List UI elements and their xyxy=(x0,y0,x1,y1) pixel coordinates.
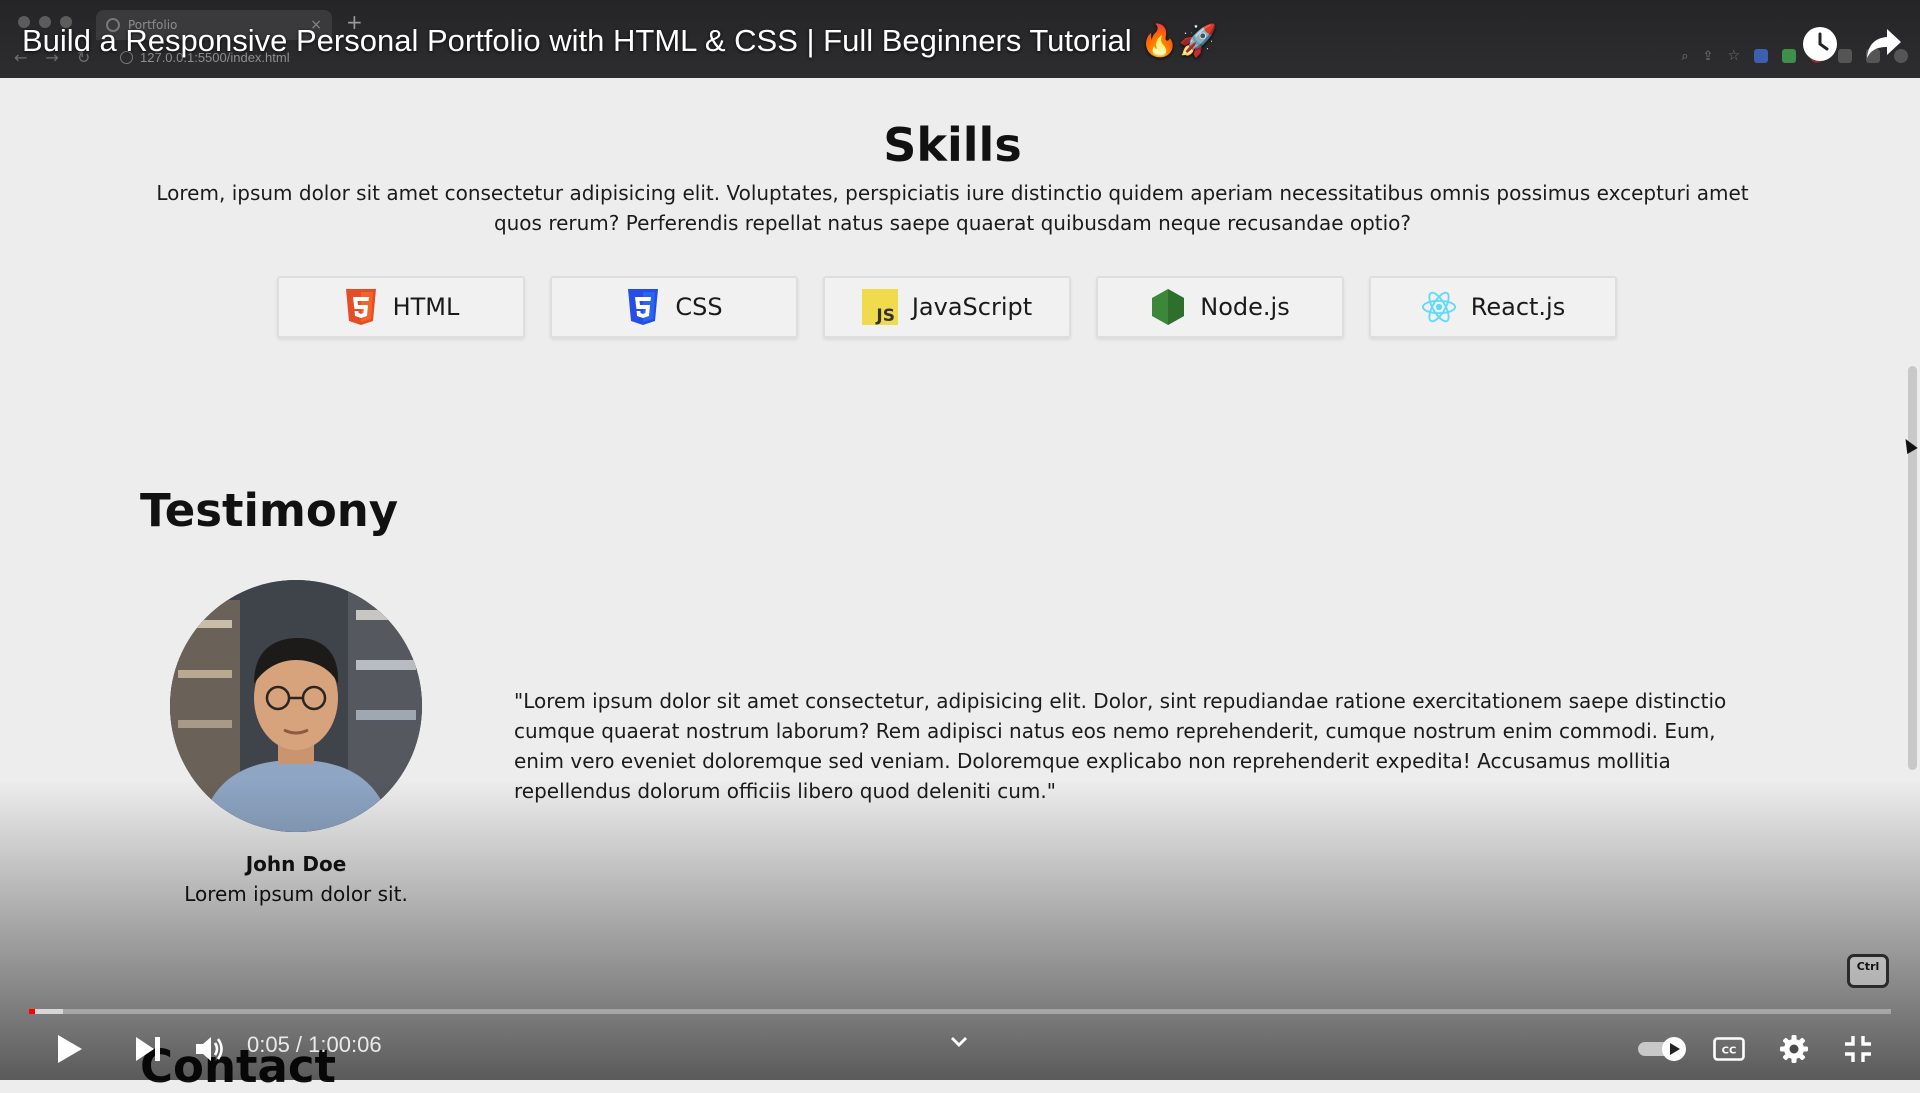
time-display: 0:05 / 1:00:06 xyxy=(247,1032,382,1057)
javascript-icon: JS xyxy=(861,288,898,326)
autoplay-toggle-icon xyxy=(1638,1037,1686,1061)
share-page-icon[interactable]: ⇪ xyxy=(1703,49,1714,64)
skill-card-react[interactable]: React.js xyxy=(1369,276,1617,338)
share-button[interactable] xyxy=(1864,24,1904,64)
video-progress-bar[interactable] xyxy=(29,1009,1891,1014)
skill-label: JavaScript xyxy=(911,293,1033,321)
green-extension-icon[interactable] xyxy=(1782,49,1796,63)
skill-label: HTML xyxy=(392,293,460,321)
play-button[interactable] xyxy=(50,1024,90,1074)
volume-icon xyxy=(196,1037,223,1061)
clock-icon xyxy=(1803,27,1837,61)
zoom-icon[interactable]: ⌕ xyxy=(1681,49,1688,64)
testimony-role: Lorem ipsum dolor sit. xyxy=(184,882,408,906)
nodejs-icon xyxy=(1150,288,1186,326)
mute-button[interactable] xyxy=(190,1024,230,1074)
person-photo xyxy=(170,580,422,832)
svg-text:JS: JS xyxy=(875,306,895,325)
skill-label: Node.js xyxy=(1200,293,1290,321)
skill-card-javascript[interactable]: JS JavaScript xyxy=(823,276,1071,338)
skip-next-icon xyxy=(136,1037,160,1061)
captions-button[interactable]: CC xyxy=(1709,1024,1749,1074)
watch-later-button[interactable] xyxy=(1800,24,1840,64)
skill-card-html[interactable]: HTML xyxy=(277,276,525,338)
page-scrollbar-thumb[interactable] xyxy=(1908,366,1917,770)
share-arrow-icon xyxy=(1867,29,1901,58)
play-icon xyxy=(58,1035,82,1063)
shield-extension-icon[interactable] xyxy=(1754,49,1768,63)
bookmark-star-icon[interactable]: ☆ xyxy=(1727,48,1740,64)
progress-played xyxy=(29,1009,35,1014)
avatar xyxy=(170,580,422,832)
autoplay-toggle[interactable] xyxy=(1636,1024,1690,1074)
cc-icon: CC xyxy=(1713,1037,1745,1061)
skill-label: CSS xyxy=(675,293,723,321)
ctrl-key-label: Ctrl xyxy=(1856,960,1880,973)
testimony-name: John Doe xyxy=(245,852,347,876)
testimony-heading: Testimony xyxy=(140,484,399,537)
svg-text:CC: CC xyxy=(1722,1046,1737,1057)
settings-button[interactable] xyxy=(1774,1024,1814,1074)
skills-heading: Skills xyxy=(883,118,1022,172)
testimony-quote: "Lorem ipsum dolor sit amet consectetur,… xyxy=(514,689,1727,803)
skill-card-css[interactable]: CSS xyxy=(550,276,798,338)
skills-description: Lorem, ipsum dolor sit amet consectetur … xyxy=(156,181,1749,235)
chevron-down-icon[interactable] xyxy=(949,1034,969,1053)
exit-fullscreen-button[interactable] xyxy=(1838,1024,1878,1074)
react-icon xyxy=(1421,288,1457,326)
skill-label: React.js xyxy=(1470,293,1566,321)
exit-fullscreen-icon xyxy=(1845,1036,1871,1062)
css3-icon xyxy=(625,288,661,326)
next-video-button[interactable] xyxy=(128,1024,168,1074)
video-top-actions xyxy=(1800,24,1904,64)
ctrl-key-icon: Ctrl xyxy=(1847,954,1889,988)
html5-icon xyxy=(343,288,379,326)
skills-list: HTML CSS JS JavaScript Node.js React.js xyxy=(277,276,1617,338)
video-title[interactable]: Build a Responsive Personal Portfolio wi… xyxy=(22,22,1217,59)
skill-card-nodejs[interactable]: Node.js xyxy=(1096,276,1344,338)
gear-icon xyxy=(1780,1035,1808,1063)
